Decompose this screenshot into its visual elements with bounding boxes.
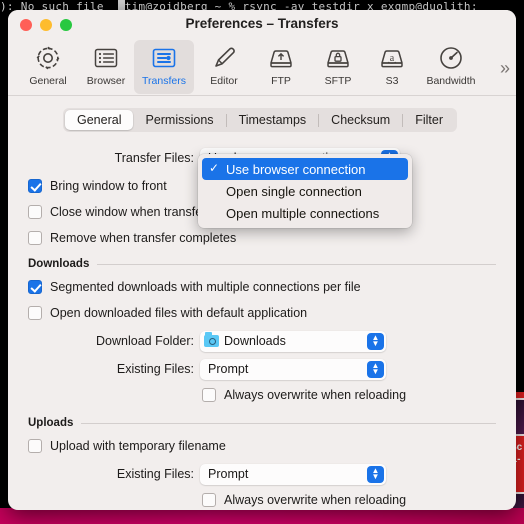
chevron-updown-icon: ▲▼ [367,465,384,483]
download-folder-label: Download Folder: [96,334,194,348]
uploads-existing-files-row: Existing Files: Prompt ▲ ▼ [28,462,496,486]
checkbox-row-upload-temp-filename[interactable]: Upload with temporary filename [28,436,496,456]
toolbar-label-browser: Browser [86,75,126,87]
titlebar: Preferences – Transfers [8,10,516,38]
menu-label-open-multiple-connections: Open multiple connections [226,205,380,221]
toolbar-item-ftp[interactable]: FTP [251,40,311,94]
downloads-existing-files-popup[interactable]: Prompt ▲ ▼ [200,358,386,380]
chevron-double-right-icon[interactable]: » [500,58,510,79]
preferences-toolbar: General Browser Transfers Editor FTP SFT… [8,38,516,96]
toolbar-item-general[interactable]: General [18,40,78,94]
toolbar-item-s3[interactable]: a S3 [362,40,422,94]
checkbox-uploads-always-overwrite[interactable] [202,493,216,507]
checkbox-row-segmented-downloads[interactable]: Segmented downloads with multiple connec… [28,277,496,297]
screen: ): No such file tim@zoidberg ~ % rsync -… [0,0,524,524]
tab-permissions[interactable]: Permissions [133,110,225,130]
uploads-always-overwrite-row[interactable]: Always overwrite when reloading [202,490,496,510]
tab-filter[interactable]: Filter [403,110,455,130]
toolbar-label-bandwidth: Bandwidth [426,75,476,87]
toolbar-label-s3: S3 [385,75,399,87]
checkbox-close-window-when-transfer-completes[interactable] [28,205,42,219]
label-downloads-always-overwrite: Always overwrite when reloading [224,388,407,402]
uploads-existing-files-popup[interactable]: Prompt ▲ ▼ [200,463,386,485]
label-upload-with-temporary-filename: Upload with temporary filename [50,439,226,453]
menu-item-use-browser-connection[interactable]: ✓ Use browser connection [202,158,408,180]
checkbox-segmented-downloads[interactable] [28,280,42,294]
toolbar-label-transfers: Transfers [142,75,186,87]
section-divider [97,263,496,265]
tab-general[interactable]: General [65,110,134,130]
download-folder-value: Downloads [224,334,286,348]
checkmark-icon: ✓ [209,161,220,175]
label-remove-when-transfer-completes: Remove when transfer completes [50,231,237,245]
checkbox-row-remove-when-complete[interactable]: Remove when transfer completes [28,228,496,248]
label-open-downloaded-files: Open downloaded files with default appli… [50,306,308,320]
section-header-downloads: Downloads [28,258,496,270]
s3-drive-icon: a [377,43,407,73]
checkbox-remove-when-transfer-completes[interactable] [28,231,42,245]
toolbar-item-browser[interactable]: Browser [76,40,136,94]
section-divider [81,422,496,424]
tabbar: General Permissions Timestamps Checksum … [63,108,457,132]
downloads-always-overwrite-row[interactable]: Always overwrite when reloading [202,385,496,405]
section-title-uploads: Uploads [28,417,74,429]
gear-icon [33,43,63,73]
tabbar-wrapper: General Permissions Timestamps Checksum … [8,108,516,140]
transfers-icon [149,43,179,73]
checkbox-open-downloaded-files[interactable] [28,306,42,320]
sftp-lock-icon [323,43,353,73]
preferences-window: Preferences – Transfers General Browser … [8,10,516,510]
checkbox-downloads-always-overwrite[interactable] [202,388,216,402]
pencil-icon [209,43,239,73]
toolbar-item-bandwidth[interactable]: Bandwidth [415,40,487,94]
chevron-updown-icon: ▲▼ [367,360,384,378]
tab-checksum[interactable]: Checksum [319,110,402,130]
list-icon [91,43,121,73]
tab-timestamps[interactable]: Timestamps [227,110,319,130]
toolbar-item-editor[interactable]: Editor [194,40,254,94]
checkbox-upload-with-temporary-filename[interactable] [28,439,42,453]
transfer-files-label: Transfer Files: [114,151,194,165]
download-folder-popup[interactable]: Downloads ▲ ▼ [200,330,386,352]
downloads-existing-files-row: Existing Files: Prompt ▲ ▼ [28,357,496,381]
uploads-existing-files-value: Prompt [208,467,249,481]
toolbar-item-transfers[interactable]: Transfers [134,40,194,94]
downloads-existing-files-label: Existing Files: [116,362,194,376]
section-title-downloads: Downloads [28,258,90,270]
toolbar-item-sftp[interactable]: SFTP [308,40,368,94]
section-header-uploads: Uploads [28,417,496,429]
desktop-bottom-strip [0,508,524,524]
ftp-drive-icon [266,43,296,73]
folder-icon [204,332,219,347]
downloads-existing-files-value: Prompt [208,362,249,376]
menu-item-open-multiple-connections[interactable]: Open multiple connections [202,202,408,224]
label-uploads-always-overwrite: Always overwrite when reloading [224,493,407,507]
chevron-updown-icon: ▲▼ [367,332,384,350]
label-bring-window-to-front: Bring window to front [50,179,167,193]
menu-label-use-browser-connection: Use browser connection [226,161,366,177]
toolbar-label-sftp: SFTP [324,75,352,87]
menu-item-open-single-connection[interactable]: Open single connection [202,180,408,202]
transfer-files-dropdown-menu: ✓ Use browser connection Open single con… [198,154,412,228]
checkbox-row-open-downloaded-files[interactable]: Open downloaded files with default appli… [28,303,496,323]
toolbar-label-editor: Editor [210,75,238,87]
window-title: Preferences – Transfers [185,16,339,31]
menu-label-open-single-connection: Open single connection [226,183,362,199]
label-segmented-downloads: Segmented downloads with multiple connec… [50,280,361,294]
uploads-existing-files-label: Existing Files: [116,467,194,481]
toolbar-label-ftp: FTP [271,75,291,87]
checkbox-bring-window-to-front[interactable] [28,179,42,193]
download-folder-row: Download Folder: Downloads ▲ ▼ [28,329,496,353]
gauge-icon [436,43,466,73]
toolbar-label-general: General [29,75,67,87]
